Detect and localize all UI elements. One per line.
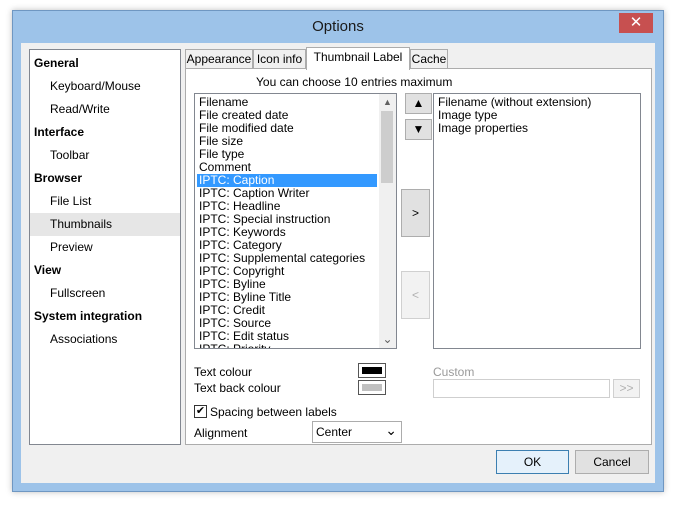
cancel-button[interactable]: Cancel bbox=[575, 450, 649, 474]
sidebar-item-interface[interactable]: Interface bbox=[30, 121, 180, 144]
triangle-down-icon: ▼ bbox=[412, 122, 425, 136]
sidebar-item-fullscreen[interactable]: Fullscreen bbox=[30, 282, 180, 305]
dialog-title: Options bbox=[312, 18, 364, 35]
sidebar-item-read-write[interactable]: Read/Write bbox=[30, 98, 180, 121]
spacing-checkbox[interactable]: ✔ bbox=[194, 405, 207, 418]
tab-cache[interactable]: Cache bbox=[410, 49, 448, 69]
scroll-thumb[interactable] bbox=[381, 111, 393, 183]
sidebar-item-browser[interactable]: Browser bbox=[30, 167, 180, 190]
chevron-down-icon: ⌄ bbox=[385, 422, 397, 438]
scroll-down-icon[interactable]: ⌄ bbox=[379, 331, 396, 348]
settings-sidebar: General Keyboard/Mouse Read/Write Interface… bbox=[29, 49, 181, 445]
list-item[interactable]: Image properties bbox=[436, 122, 528, 135]
text-back-colour-fill bbox=[362, 384, 382, 391]
add-field-button[interactable]: > bbox=[401, 189, 430, 237]
sidebar-item-preview[interactable]: Preview bbox=[30, 236, 180, 259]
sidebar-item-thumbnails[interactable]: Thumbnails bbox=[30, 213, 180, 236]
triangle-up-icon: ▲ bbox=[412, 96, 425, 110]
selected-fields-list[interactable]: Filename (without extension) Image type Im… bbox=[433, 93, 641, 349]
sidebar-item-file-list[interactable]: File List bbox=[30, 190, 180, 213]
text-colour-fill bbox=[362, 367, 382, 374]
text-back-colour-swatch[interactable] bbox=[358, 380, 386, 395]
available-list-scrollbar[interactable]: ▲ ⌄ bbox=[379, 94, 396, 348]
checkmark-icon: ✔ bbox=[195, 405, 206, 417]
custom-field-input[interactable] bbox=[433, 379, 610, 398]
tab-thumbnail-label[interactable]: Thumbnail Label bbox=[306, 47, 410, 70]
options-dialog: Options ✕ General Keyboard/Mouse Read/Writ… bbox=[12, 10, 664, 492]
text-colour-swatch[interactable] bbox=[358, 363, 386, 378]
list-item[interactable]: IPTC: Priority bbox=[197, 343, 270, 349]
scroll-up-icon[interactable]: ▲ bbox=[379, 94, 396, 111]
available-fields-list[interactable]: Filename File created date File modified d… bbox=[194, 93, 397, 349]
remove-field-button[interactable]: < bbox=[401, 271, 430, 319]
sidebar-item-view[interactable]: View bbox=[30, 259, 180, 282]
alignment-select[interactable]: Center ⌄ bbox=[312, 421, 402, 443]
custom-add-button[interactable]: >> bbox=[613, 379, 640, 398]
custom-label: Custom bbox=[433, 365, 475, 379]
sidebar-item-general[interactable]: General bbox=[30, 52, 180, 75]
tab-icon-info[interactable]: Icon info bbox=[253, 49, 306, 69]
text-back-colour-label: Text back colour bbox=[194, 381, 281, 395]
close-icon: ✕ bbox=[629, 14, 643, 31]
sidebar-item-keyboard-mouse[interactable]: Keyboard/Mouse bbox=[30, 75, 180, 98]
move-up-button[interactable]: ▲ bbox=[405, 93, 432, 114]
thumbnail-label-panel: You can choose 10 entries maximum Filena… bbox=[185, 68, 652, 445]
dialog-body: General Keyboard/Mouse Read/Write Interface… bbox=[21, 43, 655, 483]
close-button[interactable]: ✕ bbox=[619, 13, 653, 33]
title-bar: Options ✕ bbox=[13, 11, 663, 43]
move-down-button[interactable]: ▼ bbox=[405, 119, 432, 140]
max-entries-hint: You can choose 10 entries maximum bbox=[256, 75, 453, 89]
alignment-value: Center bbox=[316, 425, 353, 439]
text-colour-label: Text colour bbox=[194, 365, 253, 379]
ok-button[interactable]: OK bbox=[496, 450, 569, 474]
tab-appearance[interactable]: Appearance bbox=[185, 49, 253, 69]
spacing-label: Spacing between labels bbox=[210, 405, 337, 419]
sidebar-item-toolbar[interactable]: Toolbar bbox=[30, 144, 180, 167]
alignment-label: Alignment bbox=[194, 426, 248, 440]
sidebar-item-system-integration[interactable]: System integration bbox=[30, 305, 180, 328]
sidebar-item-associations[interactable]: Associations bbox=[30, 328, 180, 351]
